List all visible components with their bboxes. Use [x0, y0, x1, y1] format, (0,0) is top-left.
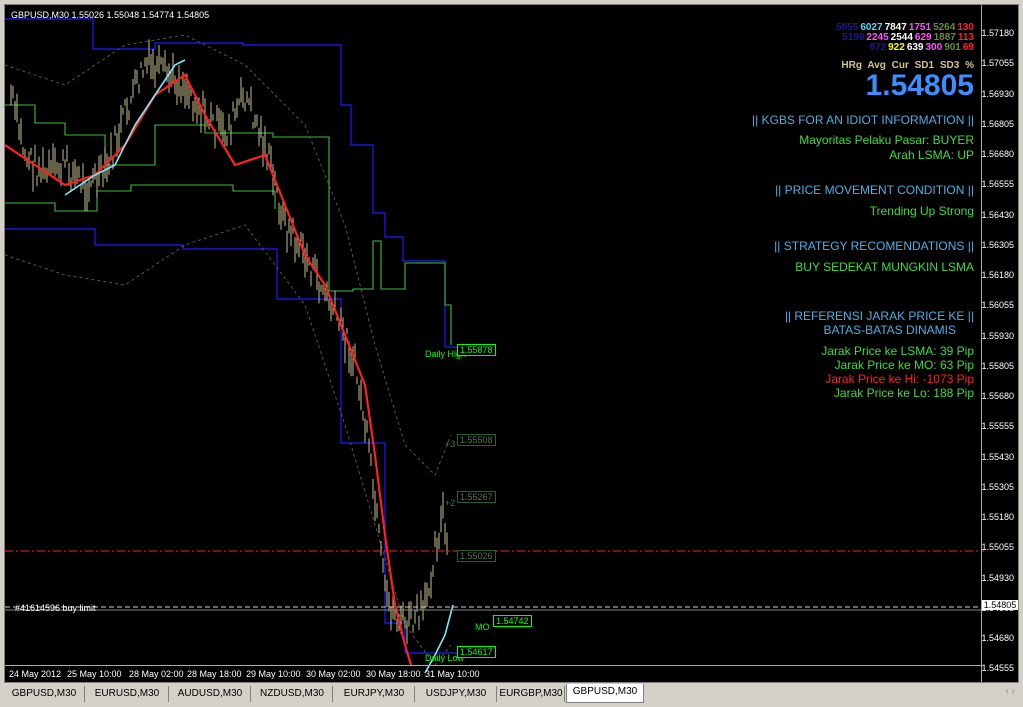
price-axis-label: 1.54930: [981, 572, 1014, 583]
price-axis-label: 1.55555: [981, 421, 1014, 432]
price-axis-label: 1.57055: [981, 58, 1014, 69]
band-plus1-value: 1.55026: [457, 550, 496, 562]
range-stats-cell: 922: [888, 42, 905, 53]
ohlc-header: GBPUSD,M30 1.55026 1.55048 1.54774 1.548…: [11, 10, 210, 20]
price-axis-label: 1.56680: [981, 149, 1014, 159]
mt4-window: GBPUSD,M30 1.55026 1.55048 1.54774 1.548…: [0, 0, 1023, 707]
daily-high-value: 1.55878: [457, 344, 496, 356]
range-stats-cell: 639: [906, 42, 924, 53]
daily-low-value: 1.54617: [457, 646, 496, 658]
band-plus2-value: 1.55267: [457, 491, 496, 503]
time-axis-label: 28 May 02:00: [129, 669, 184, 679]
mid-channel-lower-line: [5, 184, 276, 212]
mid-channel-line: [5, 104, 452, 345]
range-stats-cell: 69: [962, 42, 974, 53]
info-pelaku-pasar: Mayoritas Pelaku Pasar: BUYER: [799, 133, 974, 147]
range-stats-cell: 872: [869, 42, 887, 53]
price-axis-label: 1.55055: [981, 542, 1014, 553]
info-title-price-movement: || PRICE MOVEMENT CONDITION ||: [775, 183, 974, 197]
info-trending: Trending Up Strong: [869, 204, 974, 218]
chart-tab[interactable]: EURUSD,M30: [86, 686, 169, 702]
current-price-display: 1.54805: [865, 69, 974, 102]
time-axis-label: 25 May 10:00: [67, 669, 122, 679]
time-axis-label: 29 May 10:00: [246, 669, 301, 679]
band-plus3-value: 1.55508: [457, 434, 496, 446]
band-plus3-label: +3: [445, 439, 456, 449]
time-axis-label: 24 May 2012: [9, 669, 62, 679]
price-axis-label: 1.56555: [981, 179, 1014, 190]
range-stats-cell: 300: [925, 42, 943, 53]
info-title-strategy: || STRATEGY RECOMENDATIONS ||: [774, 239, 974, 253]
price-axis-label: 1.55305: [981, 481, 1014, 492]
price-axis-label: 1.55680: [981, 391, 1014, 401]
price-axis-label: 1.55180: [981, 512, 1014, 522]
lsma-line: [5, 73, 413, 666]
info-title-batas: BATAS-BATAS DINAMIS: [823, 323, 956, 337]
time-axis-label: 31 May 10:00: [425, 669, 480, 679]
price-axis-label: 1.55430: [981, 451, 1014, 462]
price-axis-label: 1.56305: [981, 239, 1014, 250]
time-axis-label: 28 May 18:00: [187, 669, 242, 679]
chart-tab[interactable]: EURGBP,M30: [498, 686, 565, 702]
chart-tab-bar: GBPUSD,M30 EURUSD,M30 AUDUSD,M30 NZDUSD,M30…: [4, 684, 1019, 704]
time-axis[interactable]: 24 May 2012 25 May 10:00 28 May 02:00 28 Ma…: [5, 665, 984, 682]
chart-tab[interactable]: NZDUSD,M30: [252, 686, 333, 702]
lower-dashed-band: [5, 224, 452, 666]
chart-tab[interactable]: GBPUSD,M30: [4, 686, 85, 702]
price-chart[interactable]: GBPUSD,M30 1.55026 1.55048 1.54774 1.548…: [4, 4, 1019, 683]
range-stats-cell: 5198: [842, 32, 865, 43]
chart-tab[interactable]: GBPUSD,M30: [566, 684, 644, 703]
range-stats-row: 872 922 639 300 901 69: [836, 43, 974, 53]
info-jarak-lo: Jarak Price ke Lo: 188 Pip: [833, 386, 974, 400]
price-axis-label: 1.55930: [981, 330, 1014, 341]
price-axis-label: 1.56430: [981, 209, 1014, 220]
price-axis-label: 1.56805: [981, 118, 1014, 129]
mo-label: MO: [475, 622, 490, 632]
range-stats-cell: 901: [944, 42, 961, 53]
info-title-jarak: || REFERENSI JARAK PRICE KE ||: [784, 309, 974, 323]
info-arah-lsma: Arah LSMA: UP: [889, 148, 974, 162]
info-title-kgbs: || KGBS FOR AN IDIOT INFORMATION ||: [751, 113, 974, 127]
mo-value: 1.54742: [493, 615, 532, 627]
current-price-marker: 1.54805: [982, 600, 1018, 610]
price-axis-label: 1.56055: [981, 300, 1014, 311]
info-jarak-mo: Jarak Price ke MO: 63 Pip: [834, 358, 974, 372]
range-stats-table: 5855 6027 7847 1751 5264 130 5198 2245 2544 629 18…: [836, 23, 974, 53]
chart-tab[interactable]: EURJPY,M30: [334, 686, 415, 702]
buy-limit-order-label[interactable]: #41614596 buy limit: [15, 603, 96, 613]
chart-tab[interactable]: USDJPY,M30: [416, 686, 497, 702]
price-axis-label: 1.54680: [981, 633, 1014, 643]
price-axis[interactable]: 1.57180 1.57055 1.56930 1.56805 1.56680 1.565…: [981, 5, 1018, 682]
price-axis-label: 1.57180: [981, 28, 1014, 38]
band-plus2-label: +2: [445, 498, 456, 508]
lower-channel-line: [5, 228, 465, 654]
time-axis-label: 30 May 18:00: [366, 669, 421, 679]
tab-scroll-arrows[interactable]: ‹ ›: [1006, 686, 1015, 697]
price-axis-label: 1.55805: [981, 360, 1014, 371]
info-jarak-hi: Jarak Price ke Hi: -1073 Pip: [825, 372, 974, 386]
price-axis-label: 1.54555: [981, 663, 1014, 674]
upper-dashed-band: [5, 34, 452, 476]
price-axis-label: 1.56180: [981, 270, 1014, 280]
info-buy-recommendation: BUY SEDEKAT MUNGKIN LSMA: [795, 260, 974, 274]
chart-tab[interactable]: AUDUSD,M30: [170, 686, 251, 702]
price-axis-label: 1.56930: [981, 88, 1014, 99]
info-jarak-lsma: Jarak Price ke LSMA: 39 Pip: [821, 344, 974, 358]
time-axis-label: 30 May 02:00: [306, 669, 361, 679]
